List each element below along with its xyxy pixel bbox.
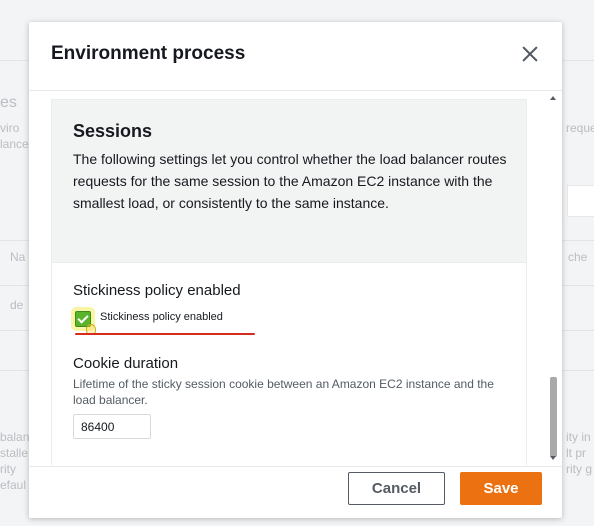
cookie-duration-label: Cookie duration: [73, 355, 179, 372]
sessions-panel: Sessions The following settings let you …: [51, 99, 527, 465]
dialog-scroll-area: Sessions The following settings let you …: [51, 91, 557, 465]
save-button[interactable]: Save: [460, 472, 542, 505]
environment-process-dialog: Environment process Sessions The followi…: [29, 22, 562, 518]
sessions-header: Sessions The following settings let you …: [52, 100, 526, 263]
dialog-header: Environment process: [29, 22, 562, 91]
stickiness-checkbox-label[interactable]: Stickiness policy enabled: [100, 311, 223, 323]
sessions-title: Sessions: [73, 121, 153, 141]
stickiness-label: Stickiness policy enabled: [73, 282, 241, 299]
background-text: stalle: [0, 446, 29, 460]
background-box: [567, 185, 594, 217]
background-text: lance: [0, 137, 29, 151]
background-text: Na: [10, 250, 26, 264]
scroll-up-arrow-icon[interactable]: [550, 96, 556, 100]
background-text: reque: [566, 121, 594, 135]
background-text: viro: [0, 121, 20, 135]
close-icon[interactable]: [518, 42, 542, 66]
cookie-duration-input[interactable]: [73, 414, 151, 439]
dialog-title: Environment process: [51, 43, 246, 64]
cancel-button[interactable]: Cancel: [348, 472, 445, 505]
background-text: che: [568, 250, 588, 264]
background-text: rity: [0, 462, 16, 476]
sessions-description: The following settings let you control w…: [73, 151, 507, 211]
background-text: rity g: [566, 462, 593, 476]
scroll-down-arrow-icon[interactable]: [550, 456, 556, 460]
background-text: efaul: [0, 478, 27, 492]
background-text: ity in: [566, 430, 591, 444]
scrollbar-thumb[interactable]: [550, 377, 557, 457]
background-text: lt pr: [566, 446, 587, 460]
background-text: es: [0, 94, 17, 111]
dialog-footer: Cancel Save: [29, 466, 562, 519]
annotation-underline: [75, 333, 255, 335]
background-text: de: [10, 298, 24, 312]
cookie-duration-help: Lifetime of the sticky session cookie be…: [73, 377, 494, 407]
dialog-scrollbar[interactable]: [548, 91, 559, 465]
